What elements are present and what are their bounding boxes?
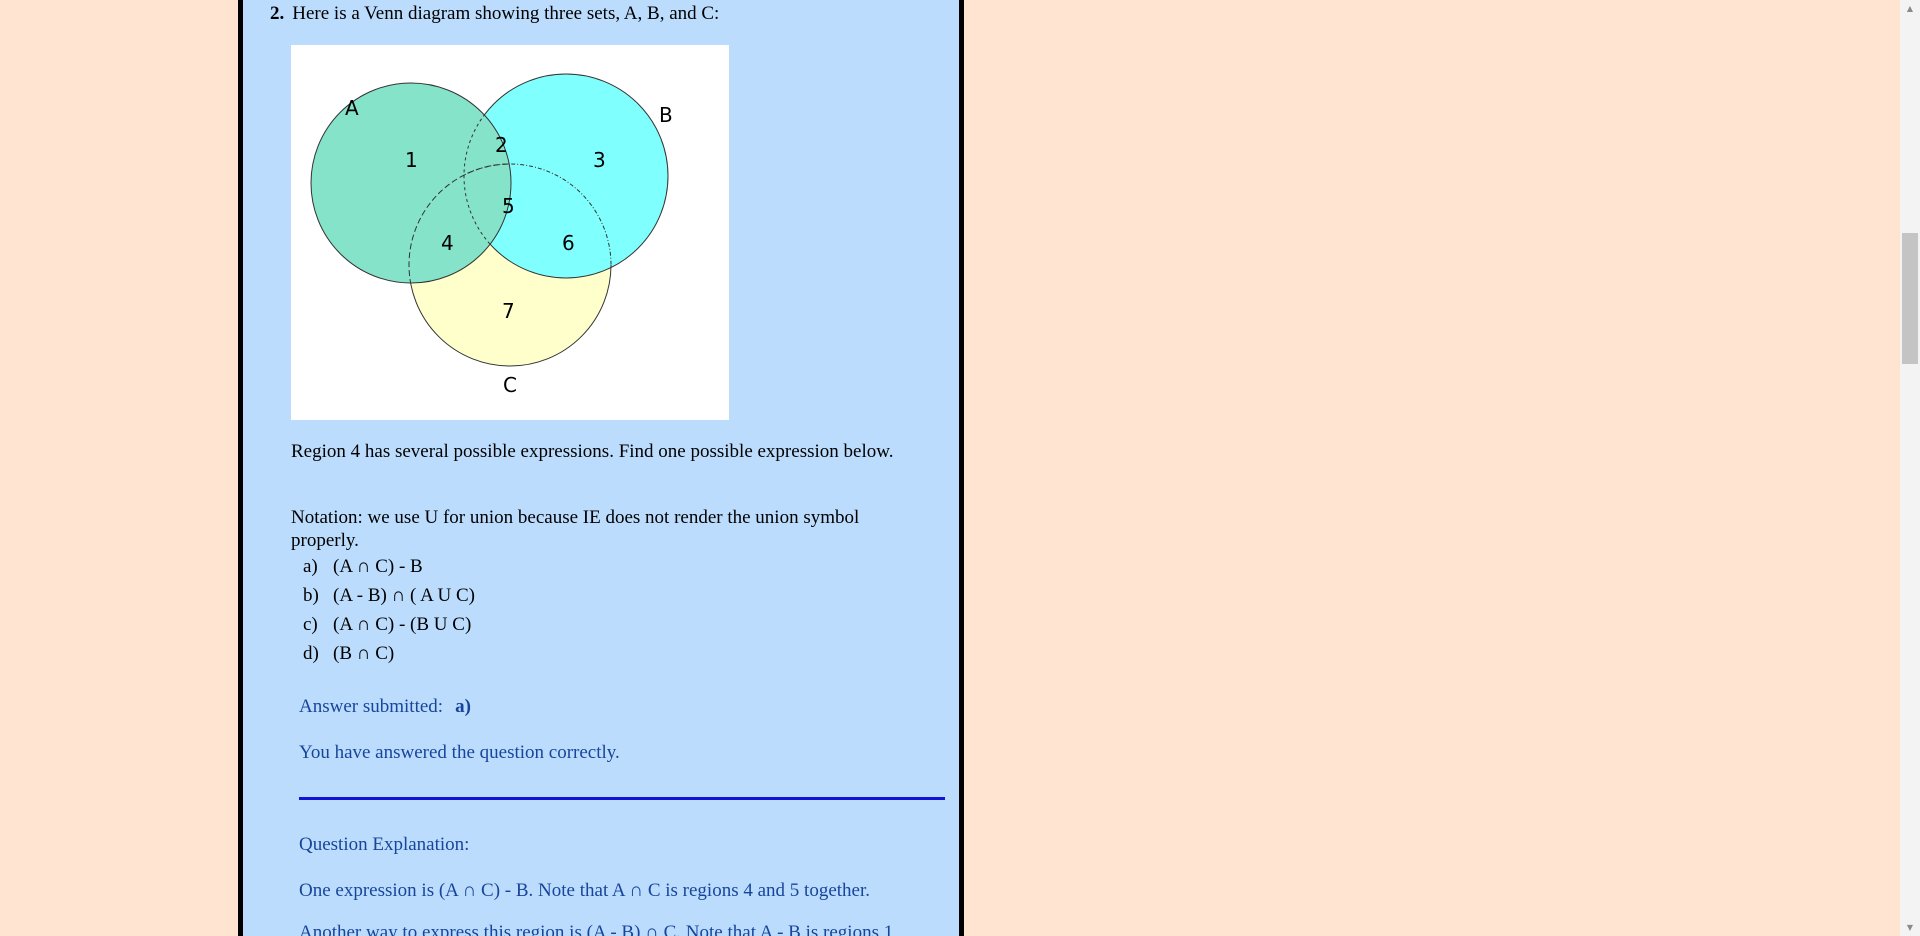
answer-submitted: Answer submitted: a) (299, 696, 471, 718)
vertical-scrollbar[interactable]: ▲ ▼ (1900, 0, 1920, 936)
explanation-line-1: One expression is (A ∩ C) - B. Note that… (299, 880, 870, 901)
region-label-6: 6 (562, 231, 575, 255)
question-heading: 2. Here is a Venn diagram showing three s… (270, 3, 719, 25)
answer-options: a) (A ∩ C) - B b) (A - B) ∩ ( A U C) c) (A … (303, 552, 475, 668)
option-b[interactable]: b) (A - B) ∩ ( A U C) (303, 581, 475, 610)
result-message: You have answered the question correctly… (299, 742, 620, 763)
option-letter: d) (303, 643, 319, 664)
answer-submitted-label: Answer submitted: (299, 696, 444, 717)
section-divider (299, 797, 945, 800)
option-letter: b) (303, 585, 319, 606)
explanation-line-2: Another way to express this region is (A… (299, 922, 894, 936)
question-text: Here is a Venn diagram showing three set… (292, 3, 720, 24)
question-number: 2. (270, 3, 285, 24)
option-letter: a) (303, 556, 318, 577)
option-letter: c) (303, 614, 318, 635)
set-label-b: B (659, 103, 673, 127)
region-label-1: 1 (405, 148, 418, 172)
set-label-a: A (345, 96, 359, 120)
scroll-down-arrow-icon[interactable]: ▼ (1900, 919, 1920, 936)
answer-submitted-value: a) (455, 696, 471, 717)
region-label-5: 5 (502, 194, 515, 218)
option-text: (A ∩ C) - (B U C) (333, 614, 472, 635)
set-a-circle (310, 82, 512, 284)
set-label-c: C (503, 373, 517, 397)
prompt-text: Region 4 has several possible expression… (291, 441, 894, 462)
notation-text: Notation: we use U for union because IE … (291, 507, 860, 551)
region-label-7: 7 (502, 299, 515, 323)
option-a[interactable]: a) (A ∩ C) - B (303, 552, 475, 581)
option-c[interactable]: c) (A ∩ C) - (B U C) (303, 610, 475, 639)
question-panel: 2. Here is a Venn diagram showing three s… (238, 0, 964, 936)
option-text: (A ∩ C) - B (333, 556, 423, 577)
scrollbar-thumb[interactable] (1902, 233, 1918, 364)
option-text: (B ∩ C) (333, 643, 395, 664)
explanation-heading: Question Explanation: (299, 834, 470, 855)
region-label-3: 3 (593, 148, 606, 172)
region-label-4: 4 (441, 231, 454, 255)
option-text: (A - B) ∩ ( A U C) (333, 585, 475, 606)
region-label-2: 2 (495, 133, 508, 157)
scroll-up-arrow-icon[interactable]: ▲ (1900, 0, 1920, 17)
venn-diagram: A B C 1 2 3 4 5 6 7 (291, 45, 729, 420)
option-d[interactable]: d) (B ∩ C) (303, 639, 475, 668)
